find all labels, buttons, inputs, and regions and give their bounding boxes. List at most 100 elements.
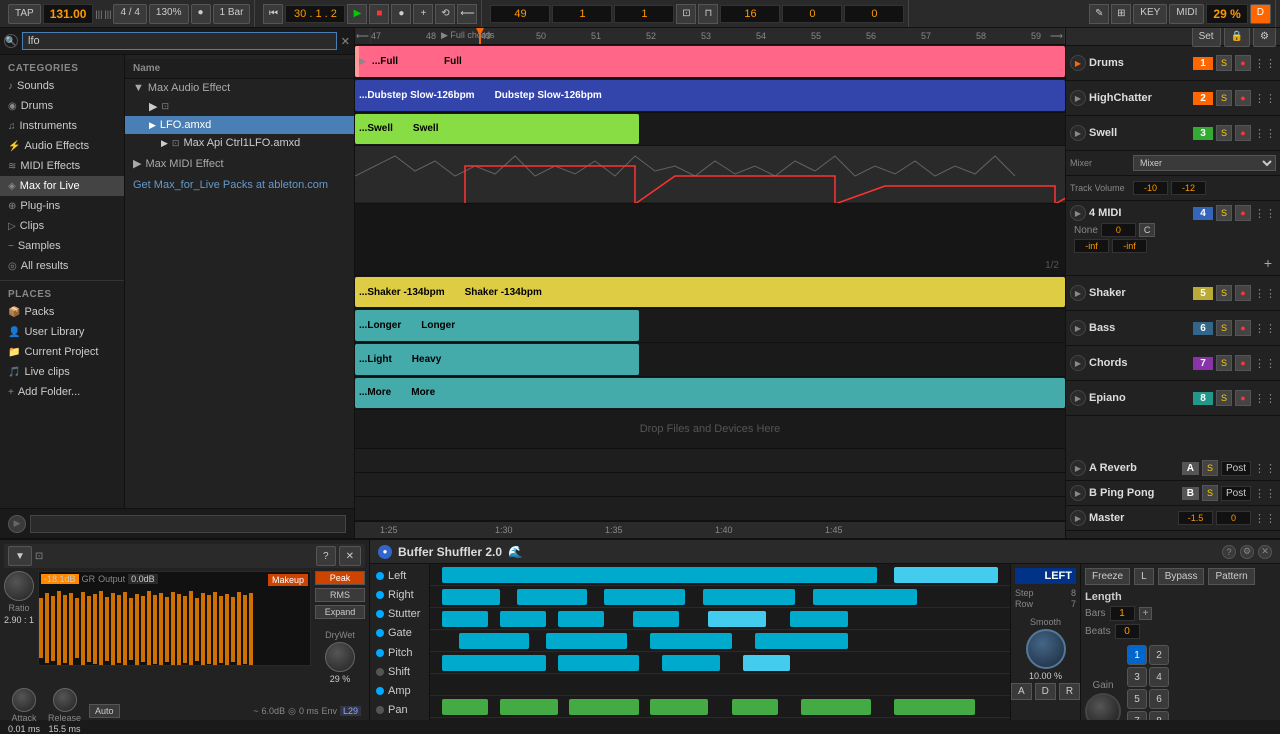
return-a-play-btn[interactable]: ▶ bbox=[1070, 460, 1086, 476]
auto-btn[interactable]: Auto bbox=[89, 704, 120, 718]
grid-block-left-1[interactable] bbox=[894, 567, 998, 583]
api-ctrl-file-item[interactable]: ▶ ⊡ Max Api Ctrl1LFO.amxd bbox=[125, 134, 354, 152]
metronome-btn[interactable]: ● bbox=[191, 4, 211, 24]
buffer-settings-btn[interactable]: ⚙ bbox=[1240, 545, 1254, 559]
bass-solo-btn[interactable]: S bbox=[1216, 320, 1232, 336]
grid-block-gate-3[interactable] bbox=[755, 633, 848, 649]
lfo-file-item[interactable]: ▶ LFO.amxd bbox=[125, 116, 354, 134]
return-a-options[interactable]: ⋮⋮ bbox=[1254, 462, 1276, 475]
pattern-btn-2[interactable]: 2 bbox=[1149, 645, 1169, 665]
preview-btn[interactable]: ▶ bbox=[8, 515, 26, 533]
return-a-solo[interactable]: S bbox=[1202, 460, 1218, 476]
highchatter-track-num[interactable]: 2 bbox=[1193, 92, 1213, 105]
grid-block-left-0[interactable] bbox=[442, 567, 877, 583]
drums-play-btn[interactable]: ▶ bbox=[1070, 55, 1086, 71]
preview-input[interactable] bbox=[30, 515, 346, 533]
buffer-help-btn[interactable]: ? bbox=[1222, 545, 1236, 559]
shaker-options[interactable]: ⋮⋮ bbox=[1254, 287, 1276, 300]
buffer-close-btn[interactable]: ✕ bbox=[1258, 545, 1272, 559]
play-btn[interactable]: ▶ bbox=[347, 4, 367, 24]
goto-start-btn[interactable]: ⏮ bbox=[263, 4, 283, 24]
swell-solo-btn[interactable]: S bbox=[1216, 125, 1232, 141]
master-pan[interactable]: 0 bbox=[1216, 511, 1251, 525]
sidebar-item-all[interactable]: ◎ All results bbox=[0, 256, 124, 276]
chords-solo-btn[interactable]: S bbox=[1216, 355, 1232, 371]
comp-collapse-btn[interactable]: ▼ bbox=[8, 546, 32, 566]
pattern-btn[interactable]: Pattern bbox=[1208, 568, 1254, 585]
loop-length[interactable]: 1 Bar bbox=[213, 4, 251, 24]
chords-play-btn[interactable]: ▶ bbox=[1070, 355, 1086, 371]
place-user-library[interactable]: 👤 User Library bbox=[0, 322, 124, 342]
sidebar-item-sounds[interactable]: ♪ Sounds bbox=[0, 76, 124, 96]
loop-subdivs[interactable]: 0 bbox=[844, 5, 904, 23]
grid-block-stutter-4[interactable] bbox=[708, 611, 766, 627]
grid-block-right-1[interactable] bbox=[517, 589, 587, 605]
shaker-solo-btn[interactable]: S bbox=[1216, 285, 1232, 301]
grid-block-stutter-1[interactable] bbox=[500, 611, 546, 627]
makeup-btn[interactable]: Makeup bbox=[268, 574, 308, 586]
midi-track-num[interactable]: 4 bbox=[1193, 207, 1213, 220]
pencil-btn[interactable]: ✎ bbox=[1089, 4, 1109, 24]
grid-block-amp-5[interactable] bbox=[801, 699, 871, 715]
pattern-btn-8[interactable]: 8 bbox=[1149, 711, 1169, 720]
d-btn-buffer[interactable]: D bbox=[1035, 683, 1056, 700]
return-b-label[interactable]: B bbox=[1182, 487, 1199, 500]
place-current-project[interactable]: 📁 Current Project bbox=[0, 342, 124, 362]
return-a-label[interactable]: A bbox=[1182, 462, 1199, 475]
set-loop-end[interactable]: ⊓ bbox=[698, 4, 718, 24]
grid-block-stutter-0[interactable] bbox=[442, 611, 488, 627]
bypass-btn[interactable]: Bypass bbox=[1158, 568, 1205, 585]
clip-shaker[interactable]: ...Shaker -134bpm Shaker -134bpm bbox=[355, 277, 1065, 308]
file-item[interactable]: ▶ ⊡ bbox=[125, 97, 354, 116]
swell-options[interactable]: ⋮⋮ bbox=[1254, 127, 1276, 140]
tempo-display[interactable]: 131.00 bbox=[43, 4, 94, 24]
shaker-arm-btn[interactable]: ● bbox=[1235, 285, 1251, 301]
grid-block-gate-2[interactable] bbox=[650, 633, 731, 649]
swell-arm-btn[interactable]: ● bbox=[1235, 125, 1251, 141]
file-group-header[interactable]: ▼ Max Audio Effect bbox=[125, 79, 354, 97]
shaker-track-num[interactable]: 5 bbox=[1193, 287, 1213, 300]
overdub-btn[interactable]: + bbox=[413, 4, 433, 24]
grid-block-amp-2[interactable] bbox=[569, 699, 639, 715]
position-display[interactable]: 30 . 1 . 2 bbox=[285, 5, 345, 23]
midi-c-btn[interactable]: C bbox=[1139, 223, 1156, 237]
expand-btn[interactable]: Expand bbox=[315, 605, 365, 619]
timeline-ruler[interactable]: ⟵ 47 48 49 50 51 52 53 54 55 56 57 58 59 bbox=[355, 28, 1065, 45]
peak-btn[interactable]: Peak bbox=[315, 571, 365, 585]
highchatter-solo-btn[interactable]: S bbox=[1216, 90, 1232, 106]
epiano-play-btn[interactable]: ▶ bbox=[1070, 390, 1086, 406]
d-btn[interactable]: D bbox=[1250, 4, 1271, 24]
midi-play-btn[interactable]: ▶ bbox=[1070, 205, 1086, 221]
midi-add-btn[interactable]: + bbox=[1264, 255, 1272, 271]
comp-close-btn[interactable]: ✕ bbox=[339, 546, 361, 566]
grid-block-pitch-0[interactable] bbox=[442, 655, 546, 671]
pattern-btn-3[interactable]: 3 bbox=[1127, 667, 1147, 687]
drums-options[interactable]: ⋮⋮ bbox=[1254, 57, 1276, 70]
drums-arm-btn[interactable]: ● bbox=[1235, 55, 1251, 71]
master-options[interactable]: ⋮⋮ bbox=[1254, 512, 1276, 525]
bass-play-btn[interactable]: ▶ bbox=[1070, 320, 1086, 336]
clip-longer[interactable]: ...Longer Longer bbox=[355, 310, 639, 341]
sidebar-item-midi-effects[interactable]: ≋ MIDI Effects bbox=[0, 156, 124, 176]
beats-value[interactable]: 0 bbox=[1115, 624, 1140, 639]
midi-solo-btn[interactable]: S bbox=[1216, 205, 1232, 221]
set-btn[interactable]: Set bbox=[1192, 28, 1221, 47]
grid-block-right-4[interactable] bbox=[813, 589, 917, 605]
grid-block-amp-1[interactable] bbox=[500, 699, 558, 715]
clip-swell[interactable]: ...Swell Swell bbox=[355, 114, 639, 145]
grid-block-pitch-2[interactable] bbox=[662, 655, 720, 671]
return-b-solo[interactable]: S bbox=[1202, 485, 1218, 501]
master-vol[interactable]: -1.5 bbox=[1178, 511, 1213, 525]
mixer-lock-btn[interactable]: 🔒 bbox=[1224, 28, 1250, 47]
place-packs[interactable]: 📦 Packs bbox=[0, 302, 124, 322]
clip-dubstep[interactable]: ...Dubstep Slow-126bpm Dubstep Slow-126b… bbox=[355, 80, 1065, 111]
return-b-options[interactable]: ⋮⋮ bbox=[1254, 487, 1276, 500]
epiano-track-num[interactable]: 8 bbox=[1193, 392, 1213, 405]
chords-track-num[interactable]: 7 bbox=[1193, 357, 1213, 370]
grid-block-gate-1[interactable] bbox=[546, 633, 627, 649]
grid-block-pitch-1[interactable] bbox=[558, 655, 639, 671]
place-live-clips[interactable]: 🎵 Live clips bbox=[0, 362, 124, 382]
time-sig[interactable]: 4 / 4 bbox=[113, 4, 146, 24]
drywet-knob[interactable] bbox=[325, 642, 355, 672]
freeze-btn[interactable]: Freeze bbox=[1085, 568, 1130, 585]
